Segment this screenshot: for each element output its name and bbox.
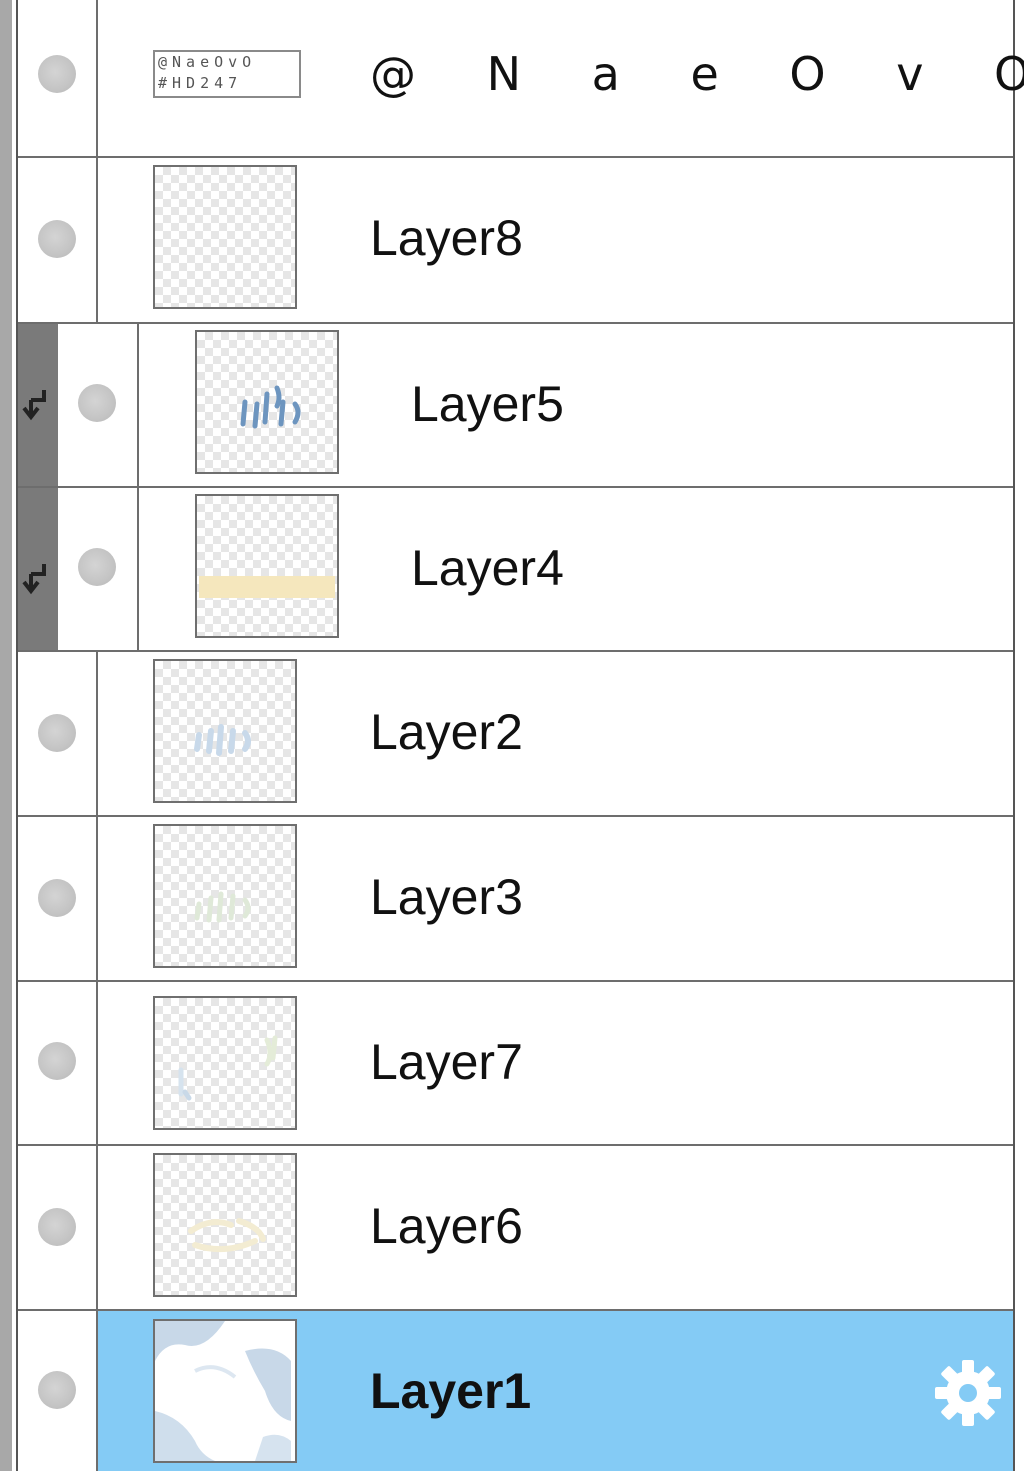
clipping-arrow-icon xyxy=(22,564,46,595)
panel-left-edge xyxy=(0,0,12,1471)
visibility-dot-icon[interactable] xyxy=(78,384,116,422)
layer-thumbnail: @NaeOvO #HD247 xyxy=(153,50,301,98)
clipping-indicator xyxy=(18,488,58,650)
layer-list: @NaeOvO #HD247 @ N a e O v O Layer8 Laye… xyxy=(18,0,1024,1471)
layer-content[interactable]: Layer4 xyxy=(139,488,1013,650)
clipping-arrow-icon xyxy=(22,390,46,421)
visibility-toggle[interactable] xyxy=(18,652,98,815)
layer-row[interactable]: Layer6 xyxy=(18,1146,1013,1311)
visibility-toggle[interactable] xyxy=(58,488,139,650)
visibility-dot-icon[interactable] xyxy=(78,548,116,586)
layer-name: Layer2 xyxy=(370,704,523,760)
layer-row[interactable]: Layer8 xyxy=(18,158,1013,324)
layer-thumbnail xyxy=(153,1153,297,1297)
layer-name: Layer6 xyxy=(370,1198,523,1254)
layer-name: Layer3 xyxy=(370,869,523,925)
visibility-dot-icon[interactable] xyxy=(38,220,76,258)
layer-name: Layer7 xyxy=(370,1034,523,1090)
visibility-toggle[interactable] xyxy=(18,982,98,1144)
layer-name: Layer8 xyxy=(370,210,523,266)
visibility-toggle[interactable] xyxy=(18,1146,98,1309)
layer-content[interactable]: Layer7 xyxy=(98,982,1013,1144)
visibility-dot-icon[interactable] xyxy=(38,879,76,917)
visibility-toggle[interactable] xyxy=(18,1311,98,1471)
layer-thumbnail xyxy=(153,996,297,1130)
layer-name: Layer5 xyxy=(411,376,564,432)
layer-row[interactable]: Layer7 xyxy=(18,982,1013,1146)
thumbnail-text-line: @NaeOvO xyxy=(158,53,257,71)
layer-row[interactable]: @NaeOvO #HD247 @ N a e O v O xyxy=(18,0,1024,158)
layer-thumbnail xyxy=(153,165,297,309)
layer-name: Layer1 xyxy=(370,1363,532,1419)
gear-icon[interactable] xyxy=(933,1358,1003,1428)
panel-right-edge xyxy=(1013,0,1024,1471)
layer-row[interactable]: Layer5 xyxy=(18,324,1013,488)
layer-content[interactable]: @NaeOvO #HD247 @ N a e O v O xyxy=(98,0,1024,156)
layer-thumbnail xyxy=(153,1319,297,1463)
visibility-dot-icon[interactable] xyxy=(38,1042,76,1080)
layer-name: Layer4 xyxy=(411,540,564,596)
visibility-dot-icon[interactable] xyxy=(38,1371,76,1409)
layer-row[interactable]: Layer2 xyxy=(18,652,1013,817)
layer-thumbnail xyxy=(153,824,297,968)
layer-thumbnail xyxy=(195,330,339,474)
layer-content[interactable]: Layer2 xyxy=(98,652,1013,815)
thumbnail-text-line: #HD247 xyxy=(158,74,243,92)
layer-row[interactable]: Layer4 xyxy=(18,488,1013,652)
layer-content[interactable]: Layer1 xyxy=(98,1311,1013,1471)
visibility-dot-icon[interactable] xyxy=(38,55,76,93)
clipping-indicator xyxy=(18,324,58,486)
visibility-dot-icon[interactable] xyxy=(38,714,76,752)
layer-row[interactable]: Layer3 xyxy=(18,817,1013,982)
layer-thumbnail xyxy=(153,659,297,803)
layer-content[interactable]: Layer6 xyxy=(98,1146,1013,1309)
layer-name: @ N a e O v O xyxy=(370,47,1024,101)
visibility-toggle[interactable] xyxy=(18,0,98,156)
visibility-toggle[interactable] xyxy=(18,158,98,322)
visibility-dot-icon[interactable] xyxy=(38,1208,76,1246)
layer-content[interactable]: Layer3 xyxy=(98,817,1013,980)
layer-content[interactable]: Layer5 xyxy=(139,324,1013,486)
layer-row-selected[interactable]: Layer1 xyxy=(18,1311,1013,1471)
layer-content[interactable]: Layer8 xyxy=(98,158,1013,322)
visibility-toggle[interactable] xyxy=(18,817,98,980)
layer-thumbnail xyxy=(195,494,339,638)
visibility-toggle[interactable] xyxy=(58,324,139,486)
